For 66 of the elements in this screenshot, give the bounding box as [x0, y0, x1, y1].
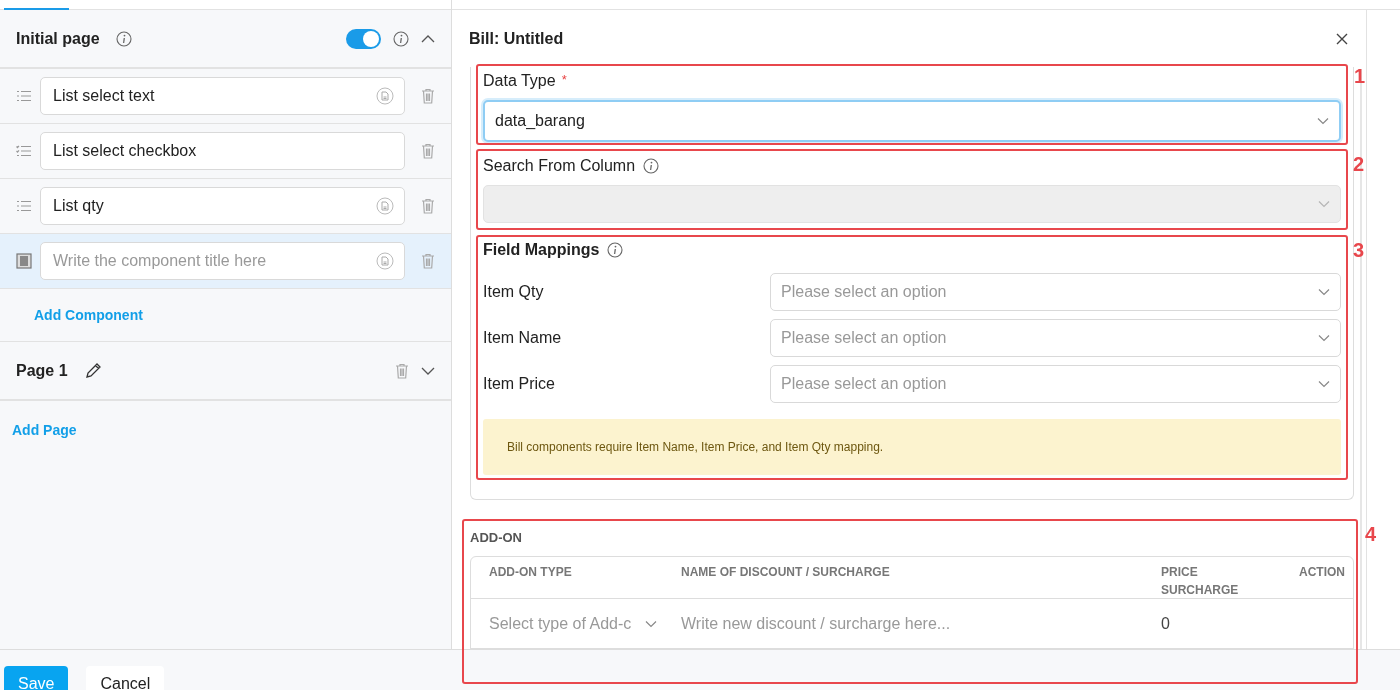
- column-header: ADD-ON TYPE: [488, 564, 573, 581]
- column-header: NAME OF DISCOUNT / SURCHARGE: [680, 564, 891, 581]
- component-title-field[interactable]: List qty: [40, 187, 405, 225]
- mapping-select[interactable]: Please select an option: [770, 365, 1341, 403]
- chevron-down-icon: [645, 619, 657, 628]
- data-type-select[interactable]: data_barang: [483, 100, 1341, 142]
- list-icon[interactable]: [16, 90, 32, 102]
- component-row[interactable]: Write the component title here: [0, 234, 451, 289]
- mapping-label: Item Qty: [483, 283, 545, 301]
- document-icon[interactable]: [376, 252, 394, 270]
- component-row[interactable]: List select text: [0, 69, 451, 124]
- chevron-up-icon[interactable]: [421, 34, 435, 43]
- chevron-down-icon: [1318, 380, 1330, 388]
- annotation-number: 2: [1353, 153, 1365, 176]
- component-row[interactable]: List select checkbox: [0, 124, 451, 179]
- field-label: Data Type: [483, 72, 556, 90]
- notice-message: Bill components require Item Name, Item Price, and Item Qty mapping.: [483, 419, 1341, 475]
- component-title-field[interactable]: List select text: [40, 77, 405, 115]
- document-icon[interactable]: [376, 87, 394, 105]
- chevron-down-icon: [1318, 200, 1330, 208]
- required-marker: *: [561, 72, 567, 87]
- cancel-button[interactable]: Cancel: [86, 666, 165, 690]
- column-header: ACTION: [1298, 564, 1346, 581]
- mapping-label: Item Price: [483, 375, 556, 393]
- page-title: Page 1: [16, 361, 68, 380]
- info-icon[interactable]: [607, 242, 624, 258]
- add-component-link[interactable]: Add Component: [34, 307, 143, 323]
- checklist-icon[interactable]: [16, 145, 32, 157]
- addon-type-select[interactable]: Select type of Add-c: [471, 614, 663, 633]
- page-title: Initial page: [16, 29, 100, 48]
- chevron-down-icon: [1317, 117, 1329, 125]
- column-header: PRICE SURCHARGE: [1160, 564, 1240, 598]
- document-icon[interactable]: [376, 197, 394, 215]
- section-title: ADD-ON: [470, 530, 523, 545]
- trash-icon[interactable]: [421, 88, 435, 104]
- pencil-icon[interactable]: [83, 361, 102, 380]
- chevron-down-icon[interactable]: [421, 366, 435, 375]
- save-button[interactable]: Save: [4, 666, 69, 690]
- component-row[interactable]: List qty: [0, 179, 451, 234]
- add-page-link[interactable]: Add Page: [12, 422, 77, 438]
- mapping-select[interactable]: Please select an option: [770, 319, 1341, 357]
- list-icon[interactable]: [16, 200, 32, 212]
- trash-icon[interactable]: [395, 362, 409, 379]
- block-icon[interactable]: [16, 253, 32, 269]
- trash-icon[interactable]: [421, 253, 435, 269]
- info-icon[interactable]: [115, 30, 132, 47]
- discount-name-field[interactable]: Write new discount / surcharge here...: [681, 614, 951, 632]
- close-icon[interactable]: [1336, 32, 1348, 45]
- mapping-label: Item Name: [483, 329, 563, 347]
- component-title-field[interactable]: List select checkbox: [40, 132, 405, 170]
- annotation-number: 4: [1365, 523, 1377, 546]
- price-value: 0: [1161, 614, 1170, 632]
- component-title-field[interactable]: Write the component title here: [40, 242, 405, 280]
- trash-icon[interactable]: [421, 198, 435, 214]
- chevron-down-icon: [1318, 288, 1330, 296]
- dialog-title: Bill: Untitled: [469, 29, 564, 48]
- info-icon[interactable]: [393, 30, 409, 47]
- annotation-number: 1: [1354, 65, 1366, 88]
- toggle-switch[interactable]: [346, 28, 381, 49]
- mapping-select[interactable]: Please select an option: [770, 273, 1341, 311]
- annotation-number: 3: [1353, 239, 1365, 262]
- info-icon[interactable]: [643, 158, 660, 174]
- section-title: Field Mappings: [483, 241, 600, 259]
- chevron-down-icon: [1318, 334, 1330, 342]
- trash-icon[interactable]: [421, 143, 435, 159]
- field-label: Search From Column: [483, 157, 636, 175]
